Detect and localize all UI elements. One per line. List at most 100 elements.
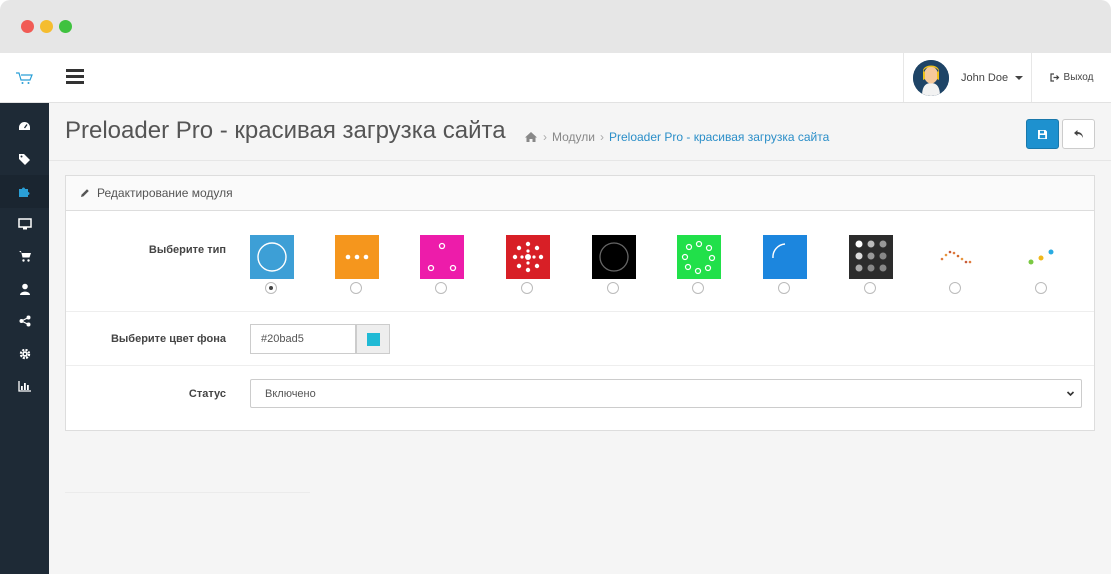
preloader-preview bbox=[335, 235, 379, 279]
status-select[interactable]: Включено bbox=[250, 379, 1082, 408]
logout-label: Выход bbox=[1063, 72, 1094, 83]
window-minimize-button[interactable] bbox=[40, 20, 53, 33]
breadcrumb-modules[interactable]: Модули bbox=[552, 130, 595, 144]
sidebar-item-reports[interactable] bbox=[0, 370, 49, 403]
dashboard-icon bbox=[19, 121, 30, 130]
type-radio[interactable] bbox=[778, 282, 790, 294]
type-radio[interactable] bbox=[607, 282, 619, 294]
chevron-down-icon bbox=[1015, 75, 1024, 80]
save-icon bbox=[1038, 129, 1047, 139]
sidebar-item-marketing[interactable] bbox=[0, 305, 49, 338]
gear-icon bbox=[19, 348, 30, 359]
user-menu[interactable]: John Doe bbox=[903, 53, 1031, 102]
color-swatch-icon bbox=[366, 332, 380, 346]
type-option-8 bbox=[849, 235, 893, 294]
preloader-preview bbox=[592, 235, 636, 279]
desktop-icon bbox=[17, 218, 32, 230]
type-option-1 bbox=[250, 235, 294, 294]
type-label: Выберите тип bbox=[148, 244, 226, 256]
status-select-value: Включено bbox=[265, 387, 316, 400]
sidebar-item-sales[interactable] bbox=[0, 240, 49, 273]
bg-color-label: Выберите цвет фона bbox=[110, 333, 226, 345]
preloader-preview bbox=[934, 235, 978, 279]
type-radio[interactable] bbox=[1035, 282, 1047, 294]
page-title: Preloader Pro - красивая загрузка сайта bbox=[65, 117, 506, 144]
main-content: Preloader Pro - красивая загрузка сайта … bbox=[49, 103, 1111, 574]
bar-chart-icon bbox=[18, 380, 31, 392]
divider bbox=[65, 492, 310, 493]
preloader-preview bbox=[1020, 235, 1064, 279]
type-option-10 bbox=[1020, 235, 1064, 294]
save-button[interactable] bbox=[1026, 119, 1059, 149]
bg-color-row: Выберите цвет фона #20bad5 bbox=[66, 312, 1094, 366]
shopping-cart-icon bbox=[18, 251, 31, 262]
type-preview[interactable] bbox=[250, 235, 294, 279]
bg-color-input[interactable]: #20bad5 bbox=[250, 324, 356, 354]
type-option-2 bbox=[335, 235, 379, 294]
preloader-preview bbox=[506, 235, 550, 279]
edit-module-panel: Редактирование модуля Выберите тип Выбер… bbox=[65, 175, 1095, 431]
type-preview[interactable] bbox=[849, 235, 893, 279]
type-option-7 bbox=[763, 235, 807, 294]
type-option-5 bbox=[592, 235, 636, 294]
cart-logo-icon[interactable] bbox=[0, 53, 49, 102]
sidebar-item-design[interactable] bbox=[0, 208, 49, 241]
type-radio[interactable] bbox=[350, 282, 362, 294]
color-picker-button[interactable] bbox=[356, 324, 390, 354]
type-radio[interactable] bbox=[435, 282, 447, 294]
type-preview[interactable] bbox=[677, 235, 721, 279]
sign-out-icon bbox=[1049, 73, 1059, 82]
puzzle-icon bbox=[19, 187, 30, 198]
page-header: Preloader Pro - красивая загрузка сайта … bbox=[49, 103, 1111, 161]
preloader-preview bbox=[849, 235, 893, 279]
type-preview[interactable] bbox=[506, 235, 550, 279]
pencil-icon bbox=[81, 189, 89, 197]
panel-heading: Редактирование модуля bbox=[66, 176, 1094, 211]
breadcrumb-separator: › bbox=[543, 130, 547, 144]
type-radio[interactable] bbox=[949, 282, 961, 294]
type-option-4 bbox=[506, 235, 550, 294]
type-preview[interactable] bbox=[335, 235, 379, 279]
type-option-9 bbox=[934, 235, 978, 294]
type-radio[interactable] bbox=[265, 282, 277, 294]
logout-button[interactable]: Выход bbox=[1031, 53, 1111, 102]
sidebar-item-system[interactable] bbox=[0, 338, 49, 371]
preloader-preview bbox=[420, 235, 464, 279]
window-close-button[interactable] bbox=[21, 20, 34, 33]
sidebar-item-customers[interactable] bbox=[0, 273, 49, 306]
chevron-down-icon bbox=[1066, 391, 1075, 397]
sidebar bbox=[0, 103, 49, 574]
user-name: John Doe bbox=[961, 71, 1009, 84]
type-radio[interactable] bbox=[692, 282, 704, 294]
preloader-preview bbox=[763, 235, 807, 279]
sidebar-item-catalog[interactable] bbox=[0, 143, 49, 176]
status-label: Статус bbox=[188, 388, 226, 400]
sidebar-item-extensions[interactable] bbox=[0, 175, 49, 208]
tags-icon bbox=[19, 153, 30, 165]
sidebar-item-dashboard[interactable] bbox=[0, 110, 49, 143]
back-button[interactable] bbox=[1062, 119, 1095, 149]
status-row: Статус Включено bbox=[66, 366, 1094, 430]
type-option-3 bbox=[420, 235, 464, 294]
avatar bbox=[913, 59, 949, 96]
breadcrumb-current[interactable]: Preloader Pro - красивая загрузка сайта bbox=[609, 130, 829, 144]
type-radio[interactable] bbox=[521, 282, 533, 294]
type-preview[interactable] bbox=[420, 235, 464, 279]
type-preview[interactable] bbox=[763, 235, 807, 279]
browser-chrome bbox=[0, 0, 1111, 53]
user-icon bbox=[19, 283, 30, 295]
breadcrumb-separator: › bbox=[599, 130, 604, 144]
reply-icon bbox=[1074, 130, 1083, 138]
home-icon[interactable] bbox=[524, 131, 538, 143]
breadcrumb: › Модули › Preloader Pro - красивая загр… bbox=[524, 130, 829, 144]
type-preview[interactable] bbox=[592, 235, 636, 279]
top-header: John Doe Выход bbox=[0, 53, 1111, 103]
type-preview[interactable] bbox=[934, 235, 978, 279]
preloader-preview bbox=[250, 235, 294, 279]
type-row: Выберите тип bbox=[66, 211, 1094, 312]
type-option-6 bbox=[677, 235, 721, 294]
menu-toggle-icon[interactable] bbox=[66, 69, 84, 85]
type-radio[interactable] bbox=[864, 282, 876, 294]
window-maximize-button[interactable] bbox=[59, 20, 72, 33]
type-preview[interactable] bbox=[1020, 235, 1064, 279]
